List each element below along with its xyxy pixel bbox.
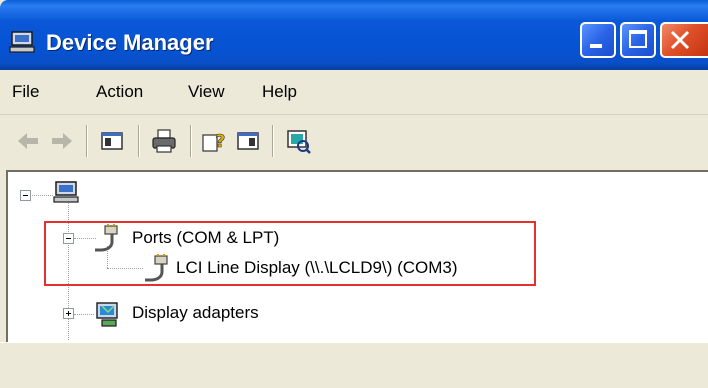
tree-line — [68, 200, 69, 340]
status-bar — [0, 342, 708, 388]
port-connector-icon — [145, 254, 168, 282]
toolbar-separator — [138, 125, 140, 157]
menu-view[interactable]: View — [188, 82, 225, 102]
minimize-icon — [590, 44, 602, 48]
minimize-button[interactable] — [580, 22, 616, 58]
ports-collapse-toggle[interactable] — [63, 233, 74, 244]
toolbar-separator — [272, 125, 274, 157]
scan-hardware-icon[interactable] — [284, 127, 312, 155]
display-adapters-expand-toggle[interactable] — [63, 308, 74, 319]
window-title: Device Manager — [46, 30, 214, 55]
menu-bar: File Action View Help — [0, 70, 708, 115]
device-manager-window: Device Manager File Action View Help ? P… — [0, 0, 708, 388]
maximize-icon — [629, 30, 647, 48]
title-bar[interactable]: Device Manager — [0, 0, 708, 70]
menu-help[interactable]: Help — [262, 82, 297, 102]
tree-line — [107, 268, 143, 269]
tree-item-display-adapters[interactable]: Display adapters — [132, 303, 259, 323]
root-collapse-toggle[interactable] — [20, 190, 31, 201]
back-arrow-icon[interactable] — [14, 127, 42, 155]
svg-text:?: ? — [215, 131, 225, 152]
computer-icon — [9, 31, 35, 53]
display-adapter-icon — [96, 302, 118, 327]
port-connector-icon — [95, 224, 118, 252]
properties-pane-icon[interactable] — [234, 127, 262, 155]
close-button[interactable] — [660, 22, 708, 58]
computer-icon[interactable] — [52, 180, 80, 204]
menu-action[interactable]: Action — [96, 82, 143, 102]
forward-arrow-icon[interactable] — [48, 127, 76, 155]
tree-item-lci-line-display[interactable]: LCI Line Display (\\.\LCLD9\) (COM3) — [176, 258, 458, 278]
menu-file[interactable]: File — [12, 82, 39, 102]
help-properties-icon[interactable]: ? — [200, 127, 228, 155]
close-icon — [670, 30, 690, 50]
show-hide-tree-icon[interactable] — [98, 127, 126, 155]
toolbar-separator — [190, 125, 192, 157]
tree-line — [29, 195, 53, 196]
tree-line — [74, 314, 94, 315]
toolbar-separator — [86, 125, 88, 157]
maximize-button[interactable] — [620, 22, 656, 58]
print-icon[interactable] — [150, 127, 178, 155]
toolbar: ? — [0, 115, 708, 169]
tree-item-ports[interactable]: Ports (COM & LPT) — [132, 228, 279, 248]
